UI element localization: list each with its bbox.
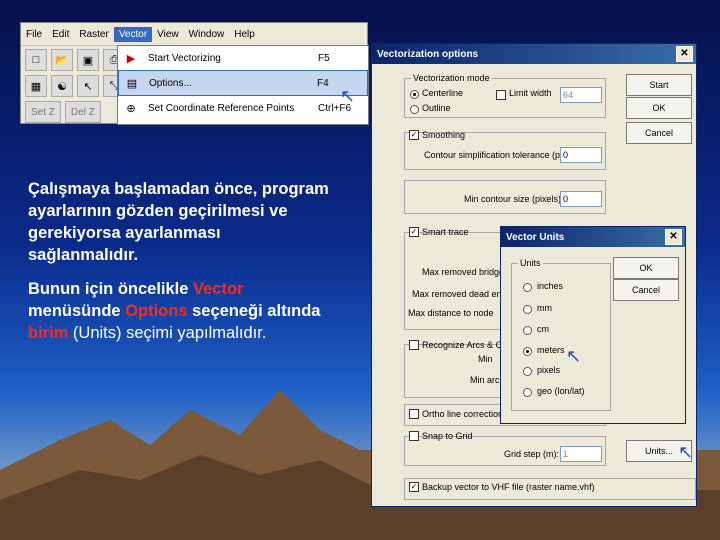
units-ok-button[interactable]: OK — [613, 257, 679, 279]
backup-checkbox[interactable]: ✓ — [409, 482, 419, 492]
vector-units-dialog: Vector Units ✕ Units inches mm cm meters… — [500, 226, 686, 424]
units-radio-inches[interactable] — [523, 283, 532, 292]
smoothing-checkbox[interactable]: ✓ — [409, 130, 419, 140]
units-radio-geo[interactable] — [523, 388, 532, 397]
mouse-pointer-icon: ↖ — [678, 442, 694, 462]
menu-item-set-coordinates[interactable]: ⊕ Set Coordinate Reference Points Ctrl+F… — [118, 96, 368, 120]
units-radio-pixels[interactable] — [523, 367, 532, 376]
units-cancel-button[interactable]: Cancel — [613, 279, 679, 301]
palette-icon[interactable]: ▦ — [25, 75, 47, 97]
arrow-icon[interactable]: ↖ — [77, 75, 99, 97]
options-icon: ▤ — [126, 77, 138, 90]
dialog-titlebar: Vectorization options ✕ — [372, 44, 696, 64]
limit-width-checkbox[interactable] — [496, 90, 506, 100]
snap-grid-checkbox[interactable] — [409, 431, 419, 441]
tolerance-field[interactable]: 0 — [560, 147, 602, 163]
close-icon[interactable]: ✕ — [676, 46, 693, 62]
new-icon[interactable]: □ — [25, 49, 47, 71]
start-button[interactable]: Start — [626, 74, 692, 96]
crosshair-icon: ⊕ — [126, 102, 136, 115]
paragraph-2: Bunun için öncelikle Vector menüsünde Op… — [28, 280, 321, 342]
centerline-radio[interactable] — [410, 90, 419, 99]
ortho-checkbox[interactable] — [409, 409, 419, 419]
grid-step-field[interactable]: 1 — [560, 446, 602, 462]
paragraph-1: Çalışmaya başlamadan önce, program ayarl… — [28, 180, 329, 264]
ok-button[interactable]: OK — [626, 97, 692, 119]
app-window: File Edit Raster Vector View Window Help… — [20, 22, 369, 125]
menu-vector[interactable]: Vector — [113, 26, 153, 42]
menu-edit[interactable]: Edit — [47, 27, 74, 42]
min-contour-field[interactable]: 0 — [560, 191, 602, 207]
toolbar-row-3: Set Z Del Z — [21, 99, 101, 125]
units-radio-cm[interactable] — [523, 326, 532, 335]
vector-menu-dropdown: ▶ Start Vectorizing F5 ▤ Options... F4 ⊕… — [117, 45, 369, 125]
limit-width-field[interactable]: 64 — [560, 87, 602, 103]
outline-radio[interactable] — [410, 105, 419, 114]
menu-window[interactable]: Window — [184, 27, 230, 42]
open-folder-icon[interactable]: 📂 — [51, 49, 73, 71]
close-icon[interactable]: ✕ — [665, 229, 682, 245]
smart-trace-checkbox[interactable]: ✓ — [409, 227, 419, 237]
play-icon: ▶ — [126, 52, 136, 65]
del-z-button[interactable]: Del Z — [64, 101, 101, 123]
toolbar-row-2: ▦ ☯ ↖ ⤡ — [21, 73, 125, 99]
toolbar-row-1: □ 📂 ▣ ⎙ — [21, 47, 125, 73]
menu-bar: File Edit Raster Vector View Window Help — [21, 23, 367, 46]
cancel-button[interactable]: Cancel — [626, 122, 692, 144]
yin-yang-icon[interactable]: ☯ — [51, 75, 73, 97]
menu-view[interactable]: View — [152, 27, 184, 42]
menu-item-start-vectorizing[interactable]: ▶ Start Vectorizing F5 — [118, 46, 368, 70]
menu-item-options[interactable]: ▤ Options... F4 — [118, 70, 368, 96]
menu-raster[interactable]: Raster — [74, 27, 113, 42]
units-radio-meters[interactable] — [523, 347, 532, 356]
mouse-pointer-icon: ↖ — [340, 86, 356, 106]
set-z-button[interactable]: Set Z — [25, 101, 61, 123]
recognize-arcs-checkbox[interactable] — [409, 340, 419, 350]
units-titlebar: Vector Units ✕ — [501, 227, 685, 247]
slide-text: Çalışmaya başlamadan önce, program ayarl… — [28, 178, 333, 356]
units-radio-mm[interactable] — [523, 305, 532, 314]
mouse-pointer-icon: ↖ — [566, 346, 582, 366]
save-icon[interactable]: ▣ — [77, 49, 99, 71]
menu-help[interactable]: Help — [229, 27, 260, 42]
menu-file[interactable]: File — [21, 27, 47, 42]
